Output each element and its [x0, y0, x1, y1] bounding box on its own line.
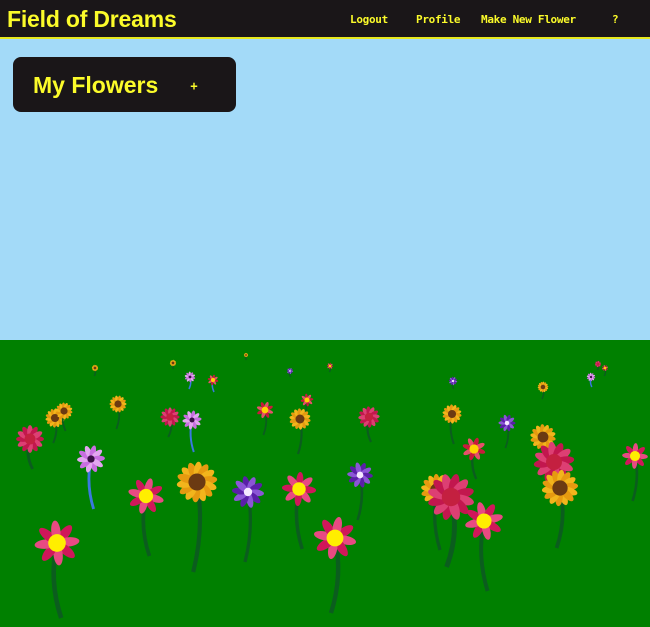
pink-daisy-icon	[465, 502, 503, 592]
red-dot-flower-icon	[462, 437, 486, 480]
my-flowers-panel: My Flowers +	[13, 57, 236, 112]
sunflower-icon	[109, 395, 127, 430]
top-navbar: Field of Dreams Logout Profile Make New …	[0, 0, 650, 39]
sunflower-icon	[537, 381, 549, 400]
app-title[interactable]: Field of Dreams	[7, 5, 177, 33]
lilac-flower-icon	[77, 445, 105, 510]
lilac-flower-icon	[586, 372, 596, 388]
purple-pinwheel-icon	[347, 462, 373, 521]
sunflower-icon	[243, 352, 249, 361]
my-flowers-heading: My Flowers	[33, 72, 159, 98]
purple-pinwheel-icon	[448, 376, 458, 390]
sunflower-icon	[91, 364, 99, 377]
flower-field	[16, 352, 648, 619]
pink-daisy-icon	[622, 443, 648, 502]
purple-pinwheel-icon	[232, 476, 264, 563]
pink-daisy-icon	[281, 471, 317, 550]
add-flower-button[interactable]: +	[185, 77, 203, 95]
profile-link[interactable]: Profile	[416, 13, 461, 26]
sunflower-icon	[176, 461, 218, 573]
sunflower-icon	[169, 359, 177, 370]
red-dot-flower-icon	[256, 401, 274, 436]
pink-daisy-icon	[358, 406, 380, 443]
lilac-flower-icon	[182, 410, 202, 453]
sunflower-icon	[289, 408, 311, 455]
red-dot-flower-icon	[207, 374, 219, 393]
purple-pinwheel-icon	[286, 367, 294, 378]
help-link[interactable]: ?	[612, 13, 619, 26]
pink-daisy-icon	[34, 520, 80, 619]
red-dot-flower-icon	[601, 364, 609, 377]
pink-daisy-icon	[128, 478, 164, 557]
pink-daisy-icon	[594, 360, 602, 371]
make-new-flower-link[interactable]: Make New Flower	[481, 13, 576, 26]
sunflower-icon	[442, 404, 462, 445]
purple-pinwheel-icon	[498, 414, 516, 449]
pink-daisy-icon	[160, 407, 180, 438]
pink-daisy-icon	[313, 516, 357, 614]
lilac-flower-icon	[184, 371, 196, 390]
logout-link[interactable]: Logout	[350, 13, 388, 26]
sunflower-icon	[541, 469, 579, 549]
red-dot-flower-icon	[326, 362, 334, 373]
pink-daisy-icon	[16, 425, 44, 470]
